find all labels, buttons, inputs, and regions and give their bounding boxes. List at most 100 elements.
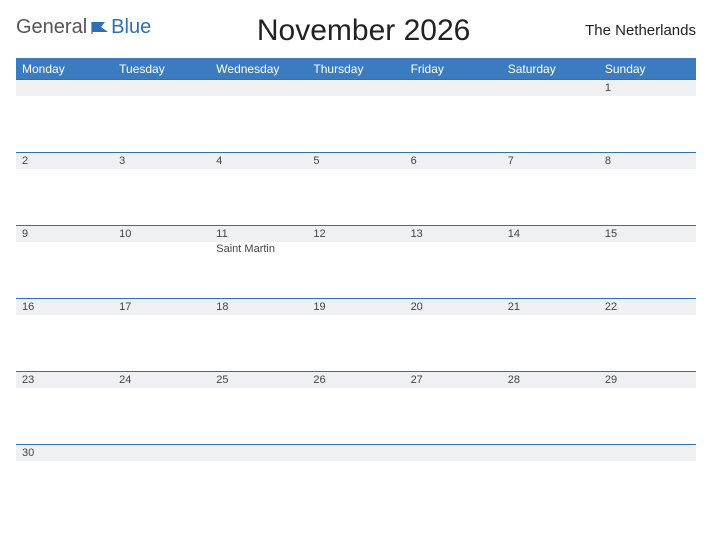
week-body — [16, 315, 696, 371]
day-header: Wednesday — [210, 59, 307, 79]
week-body — [16, 388, 696, 444]
day-body — [113, 461, 210, 517]
date-cell: 2 — [16, 153, 113, 169]
day-body — [405, 461, 502, 517]
day-body — [113, 388, 210, 444]
logo: General Blue — [16, 16, 151, 39]
date-cell: 16 — [16, 299, 113, 315]
day-body — [405, 388, 502, 444]
day-body — [307, 388, 404, 444]
date-row: 9 10 11 12 13 14 15 — [16, 225, 696, 242]
day-body — [405, 315, 502, 371]
day-body — [16, 315, 113, 371]
day-body — [599, 315, 696, 371]
date-cell: 25 — [210, 372, 307, 388]
date-row: 2 3 4 5 6 7 8 — [16, 152, 696, 169]
date-cell: 28 — [502, 372, 599, 388]
day-header: Friday — [405, 59, 502, 79]
day-body — [599, 96, 696, 152]
day-body — [599, 461, 696, 517]
date-cell: 27 — [405, 372, 502, 388]
day-body — [405, 96, 502, 152]
date-cell: 7 — [502, 153, 599, 169]
date-cell — [307, 445, 404, 461]
day-body — [210, 315, 307, 371]
day-body — [210, 388, 307, 444]
day-header: Tuesday — [113, 59, 210, 79]
date-cell: 29 — [599, 372, 696, 388]
date-cell: 1 — [599, 80, 696, 96]
date-cell: 15 — [599, 226, 696, 242]
day-body — [16, 388, 113, 444]
date-cell — [405, 80, 502, 96]
day-body — [307, 315, 404, 371]
date-cell: 10 — [113, 226, 210, 242]
day-body — [210, 461, 307, 517]
day-body — [502, 388, 599, 444]
date-cell — [210, 80, 307, 96]
day-body: Saint Martin — [210, 242, 307, 298]
date-cell: 12 — [307, 226, 404, 242]
day-body — [307, 169, 404, 225]
date-cell — [113, 80, 210, 96]
header: General Blue November 2026 The Netherlan… — [16, 12, 696, 48]
day-body — [113, 169, 210, 225]
calendar: Monday Tuesday Wednesday Thursday Friday… — [16, 58, 696, 517]
date-row: 23 24 25 26 27 28 29 — [16, 371, 696, 388]
day-body — [113, 96, 210, 152]
date-cell: 14 — [502, 226, 599, 242]
day-body — [16, 461, 113, 517]
day-body — [502, 169, 599, 225]
day-body — [502, 242, 599, 298]
date-cell: 21 — [502, 299, 599, 315]
day-body — [113, 242, 210, 298]
date-cell — [210, 445, 307, 461]
date-cell — [599, 445, 696, 461]
date-cell — [502, 445, 599, 461]
week-body: Saint Martin — [16, 242, 696, 298]
event-label: Saint Martin — [216, 243, 275, 255]
day-body — [210, 169, 307, 225]
day-body — [599, 388, 696, 444]
date-cell: 17 — [113, 299, 210, 315]
day-body — [502, 461, 599, 517]
date-cell — [113, 445, 210, 461]
day-body — [16, 169, 113, 225]
date-cell: 22 — [599, 299, 696, 315]
logo-text-blue: Blue — [111, 16, 151, 39]
day-header: Thursday — [307, 59, 404, 79]
logo-text-general: General — [16, 16, 87, 39]
date-cell: 26 — [307, 372, 404, 388]
day-body — [307, 96, 404, 152]
date-cell — [307, 80, 404, 96]
date-cell: 13 — [405, 226, 502, 242]
day-header: Saturday — [502, 59, 599, 79]
date-cell: 19 — [307, 299, 404, 315]
date-cell — [502, 80, 599, 96]
week-body — [16, 169, 696, 225]
date-cell: 6 — [405, 153, 502, 169]
week-body — [16, 96, 696, 152]
date-cell — [16, 80, 113, 96]
country-label: The Netherlands — [576, 22, 696, 39]
day-body — [599, 169, 696, 225]
day-body — [502, 96, 599, 152]
date-cell: 18 — [210, 299, 307, 315]
date-cell: 11 — [210, 226, 307, 242]
date-cell: 4 — [210, 153, 307, 169]
day-header: Monday — [16, 59, 113, 79]
date-cell: 5 — [307, 153, 404, 169]
day-body — [502, 315, 599, 371]
day-body — [405, 169, 502, 225]
date-cell: 30 — [16, 445, 113, 461]
date-cell — [405, 445, 502, 461]
date-cell: 3 — [113, 153, 210, 169]
date-cell: 23 — [16, 372, 113, 388]
week-body — [16, 461, 696, 517]
date-cell: 24 — [113, 372, 210, 388]
day-body — [405, 242, 502, 298]
date-cell: 9 — [16, 226, 113, 242]
date-row: 30 — [16, 444, 696, 461]
date-row: 16 17 18 19 20 21 22 — [16, 298, 696, 315]
day-body — [307, 242, 404, 298]
